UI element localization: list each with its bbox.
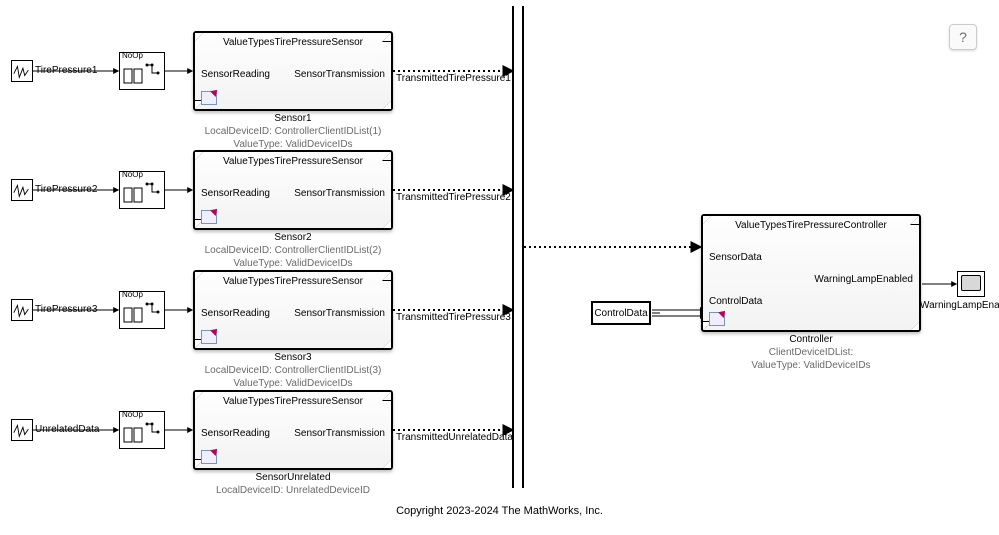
sensor-name-1: Sensor1 — [193, 113, 393, 124]
sensor-block-2[interactable]: ValueTypesTirePressureSensor SensorReadi… — [193, 150, 393, 230]
sensor-param-1b: ValueType: ValidDeviceIDs — [160, 139, 426, 150]
sensor-port-in: SensorReading — [201, 428, 270, 439]
sensor-param-3a: LocalDeviceID: ControllerClientIDList(3) — [160, 365, 426, 376]
sensor-param-2a: LocalDeviceID: ControllerClientIDList(2) — [160, 245, 426, 256]
controller-port-in1: SensorData — [709, 252, 762, 263]
sensor-param-4a: LocalDeviceID: UnrelatedDeviceID — [160, 485, 426, 496]
sensor-port-in: SensorReading — [201, 308, 270, 319]
sensor-block-4[interactable]: ValueTypesTirePressureSensor SensorReadi… — [193, 390, 393, 470]
sensor-port-in: SensorReading — [201, 188, 270, 199]
scope-label: WarningLampEnabled — [920, 300, 999, 311]
controller-type-title: ValueTypesTirePressureController — [703, 220, 919, 231]
scope-block[interactable] — [957, 271, 985, 297]
model-reference-icon — [709, 312, 725, 326]
sensor-port-out: SensorTransmission — [294, 188, 385, 199]
sensor-port-in: SensorReading — [201, 69, 270, 80]
model-reference-icon — [201, 450, 217, 464]
controller-block[interactable]: ValueTypesTirePressureController SensorD… — [701, 214, 921, 332]
sensor-port-out: SensorTransmission — [294, 428, 385, 439]
signal-label-3: TransmittedTirePressure3 — [396, 312, 511, 323]
noop-label: NoOp — [122, 290, 143, 299]
signal-label-2: TransmittedTirePressure2 — [396, 192, 511, 203]
model-reference-icon — [201, 210, 217, 224]
model-reference-icon — [201, 91, 217, 105]
source-block-1[interactable] — [11, 60, 33, 82]
sensor-param-3b: ValueType: ValidDeviceIDs — [160, 378, 426, 389]
model-reference-icon — [201, 330, 217, 344]
sensor-name-3: Sensor3 — [193, 352, 393, 363]
control-data-constant[interactable]: ControlData — [591, 301, 651, 325]
noop-label: NoOp — [122, 170, 143, 179]
noop-label: NoOp — [122, 410, 143, 419]
sensor-param-1a: LocalDeviceID: ControllerClientIDList(1) — [160, 126, 426, 137]
sensor-param-2b: ValueType: ValidDeviceIDs — [160, 258, 426, 269]
diagram-canvas: ? — [0, 0, 999, 535]
mux-bar-left — [512, 6, 514, 488]
copyright-text: Copyright 2023-2024 The MathWorks, Inc. — [0, 505, 999, 517]
source-block-4[interactable] — [11, 419, 33, 441]
signal-label-4: TransmittedUnrelatedData — [396, 432, 513, 443]
noop-block-1[interactable]: NoOp — [119, 52, 165, 90]
source-label-4: UnrelatedData — [35, 424, 99, 435]
controller-name: Controller — [701, 334, 921, 345]
sensor-port-out: SensorTransmission — [294, 69, 385, 80]
controller-param-a: ClientDeviceIDList: — [701, 347, 921, 358]
source-label-1: TirePressure1 — [35, 65, 97, 76]
controller-port-in2: ControlData — [709, 296, 762, 307]
signal-label-1: TransmittedTirePressure1 — [396, 73, 511, 84]
source-label-2: TirePressure2 — [35, 184, 97, 195]
sensor-block-3[interactable]: ValueTypesTirePressureSensor SensorReadi… — [193, 270, 393, 350]
mux-bar-right — [522, 6, 524, 488]
sensor-type-title: ValueTypesTirePressureSensor — [195, 37, 391, 48]
source-label-3: TirePressure3 — [35, 304, 97, 315]
noop-block-2[interactable]: NoOp — [119, 171, 165, 209]
noop-label: NoOp — [122, 51, 143, 60]
noop-block-3[interactable]: NoOp — [119, 291, 165, 329]
sensor-name-4: SensorUnrelated — [193, 472, 393, 483]
sensor-port-out: SensorTransmission — [294, 308, 385, 319]
sensor-type-title: ValueTypesTirePressureSensor — [195, 156, 391, 167]
controller-param-b: ValueType: ValidDeviceIDs — [701, 360, 921, 371]
sensor-block-1[interactable]: ValueTypesTirePressureSensor SensorReadi… — [193, 31, 393, 111]
sensor-name-2: Sensor2 — [193, 232, 393, 243]
sensor-type-title: ValueTypesTirePressureSensor — [195, 276, 391, 287]
controller-port-out: WarningLampEnabled — [814, 274, 913, 285]
help-button[interactable]: ? — [949, 24, 977, 50]
sensor-type-title: ValueTypesTirePressureSensor — [195, 396, 391, 407]
source-block-2[interactable] — [11, 179, 33, 201]
noop-block-4[interactable]: NoOp — [119, 411, 165, 449]
source-block-3[interactable] — [11, 299, 33, 321]
